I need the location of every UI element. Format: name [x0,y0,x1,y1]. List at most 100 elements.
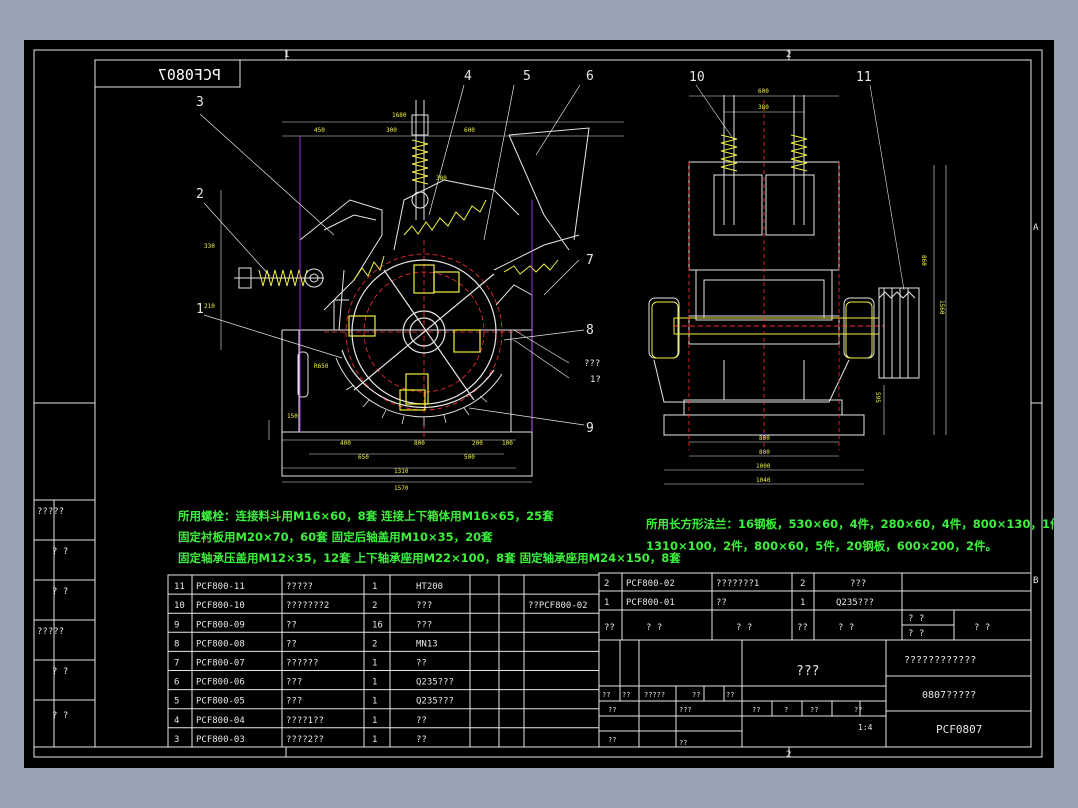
bom-cell-mat: ??? [416,601,432,611]
side-view-callouts: 10 11 [689,70,872,85]
bom-cell-code: PCF800-05 [196,697,245,707]
callout-3: 3 [196,95,204,110]
tb-c-3: ?? [810,706,818,714]
zone-right-b: B [1033,576,1038,586]
title-block: 2 PCF800-02 ??????? 1 2 ??? 1 PCF800-01 ?… [598,572,1032,748]
bom-cell-mat: MN13 [416,639,438,649]
bom-cell-qty: 1 [372,582,377,592]
front-view-callouts: 3 2 1 4 5 6 7 8 9 ??? 1? [196,69,601,436]
left-margin-box: ????? ? ? ? ? ????? ? ? ? ? [33,499,96,748]
title-block-scale: 1:4 [858,723,873,732]
zone-right-a: A [1033,223,1039,233]
bom-cell-qty: 1 [372,735,377,745]
side-view: 10 11 600 380 860 1560 595 800 800 1000 … [648,70,947,485]
bom-cell-qty: 2 [372,639,377,649]
mirrored-drawing-code: PCF0807 [158,66,221,84]
dim-1680: 1680 [392,112,407,119]
bom-right-no-1: 1 [604,598,609,608]
bom-cell-no: 4 [174,716,179,726]
bom-cell-code: PCF800-10 [196,601,245,611]
dim-600: 600 [464,127,475,134]
dim-side-860: 860 [920,255,927,266]
cad-drawing: 1 2 2 A B PCF0807 3 2 1 4 5 6 7 8 9 ??? … [33,49,1054,760]
bom-cell-mat: Q235??? [416,678,454,688]
callout-extra-a: ??? [584,359,600,369]
zone-top-2: 2 [786,50,791,60]
bom-cell-no: 9 [174,620,179,630]
bom-cell-name: ?? [286,639,297,649]
dim-500: 500 [464,454,475,461]
margin-label-3: ? ? [52,587,68,597]
bom-right-qty-2: 2 [800,579,805,589]
bom-header-1: ?? [604,623,615,633]
side-view-dimensions: 600 380 860 1560 595 800 800 1000 1040 [756,88,945,484]
dim-1310: 1310 [394,468,409,475]
bom-cell-mat: HT200 [416,582,443,592]
bom-cell-name: ?????? [286,659,319,669]
tb-a-5: ?? [726,691,734,699]
bom-cell-qty: 1 [372,659,377,669]
bom-right-qty-1: 1 [800,598,805,608]
tb-a-4: ?? [692,691,700,699]
callout-7: 7 [586,253,594,268]
bom-cell-code: PCF800-07 [196,659,245,669]
tb-b-1: ?? [608,706,616,714]
bom-cell-mat: ?? [416,659,427,669]
dim-650: 650 [358,454,369,461]
tb-d-1: ?? [608,736,616,744]
bom-cell-code: PCF800-09 [196,620,245,630]
margin-label-2: ? ? [52,547,68,557]
bom-cell-mat: Q235??? [416,697,454,707]
bom-cell-qty: 2 [372,601,377,611]
dim-side-1560: 1560 [938,300,945,315]
dim-r650: R650 [314,363,329,370]
bom-cell-name: ??? [286,697,302,707]
tb-c-4: ?? [854,706,862,714]
bom-header-4: ?? [797,623,808,633]
bom-cell-mat: ??? [416,620,432,630]
bom-header-6: ? ? [908,614,924,624]
tb-a-1: ?? [602,691,610,699]
bom-right-code-2: PCF800-02 [626,579,675,589]
margin-label-1: ????? [37,507,64,517]
title-block-subtitle: ???????????? [904,655,976,666]
title-block-title: ??? [796,664,819,679]
dim-side-800b: 800 [759,449,770,456]
bom-cell-mat: ?? [416,716,427,726]
bom-cells: 11 PCF800-11????? 1 HT20010 PCF800-10???????… [174,582,588,745]
bom-cell-no: 6 [174,678,179,688]
bom-cell-no: 5 [174,697,179,707]
callout-11: 11 [856,70,872,85]
dim-150: 150 [287,413,298,420]
margin-label-4: ????? [37,627,64,637]
bom-right-name-1: ?? [716,598,727,608]
bom-cell-code: PCF800-04 [196,716,245,726]
tb-b-2: ??? [679,706,692,714]
dim-100: 100 [502,440,513,447]
tb-c-2: ? [784,706,788,714]
bom-cell-code: PCF800-11 [196,582,245,592]
tb-d-2: ?? [679,739,687,747]
note-right-1: 所用长方形法兰：16钢板，530×60，4件，280×60，4件，800×130… [646,517,1054,531]
bom-cell-name: ????1?? [286,716,324,726]
dim-200: 200 [472,440,483,447]
title-block-part-label: 0807????? [922,690,976,701]
front-view: 3 2 1 4 5 6 7 8 9 ??? 1? 450 300 600 168… [196,69,624,492]
dim-800: 800 [414,440,425,447]
note-left-1: 所用螺栓：连接料斗用M16×60，8套 连接上下箱体用M16×65，25套 [178,509,554,523]
callout-5: 5 [523,69,531,84]
bom-cell-code: PCF800-08 [196,639,245,649]
dim-450: 450 [314,127,325,134]
drawing-sheet: 1 2 2 A B PCF0807 3 2 1 4 5 6 7 8 9 ??? … [24,40,1054,768]
note-left-3: 固定轴承压盖用M12×35，12套 上下轴承座用M22×100，8套 固定轴承座… [178,551,681,565]
bom-right-code-1: PCF800-01 [626,598,675,608]
bom-right-no-2: 2 [604,579,609,589]
bom-cell-note: ??PCF800-02 [528,601,588,611]
dim-1570: 1570 [394,485,409,492]
callout-extra-b: 1? [590,375,601,385]
margin-label-6: ? ? [52,711,68,721]
note-right-2: 1310×100，2件，800×60，5件，20钢板，600×200，2件。 [646,539,997,553]
callout-4: 4 [464,69,472,84]
technical-notes: 所用螺栓：连接料斗用M16×60，8套 连接上下箱体用M16×65，25套 固定… [178,509,1054,565]
dim-side-800a: 800 [759,435,770,442]
